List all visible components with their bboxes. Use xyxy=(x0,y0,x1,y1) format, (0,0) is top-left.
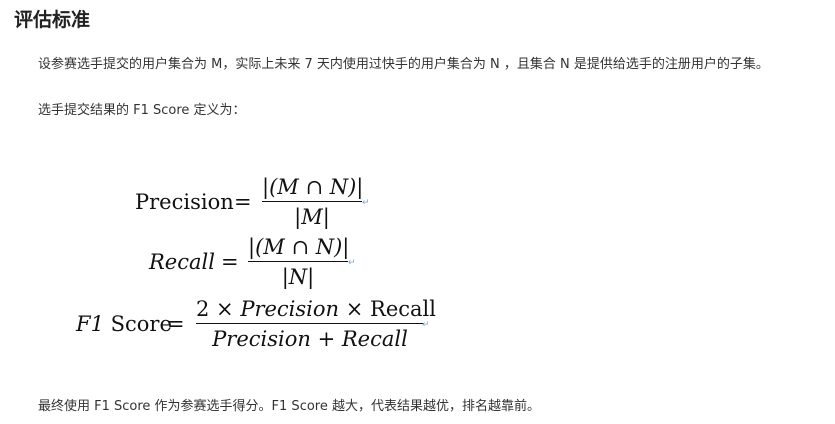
recall-lhs: Recall xyxy=(149,250,215,274)
definition-paragraph: 设参赛选手提交的用户集合为 M，实际上未来 7 天内使用过快手的用户集合为 N … xyxy=(38,57,769,72)
precision-equals: = xyxy=(234,190,252,214)
precision-denominator: |M| xyxy=(294,205,330,229)
precision-fraction-bar xyxy=(262,201,362,202)
precision-lhs: Precision xyxy=(135,190,234,214)
f1-intro-paragraph: 选手提交结果的 F1 Score 定义为： xyxy=(38,103,246,118)
f1-lhs-symbol: F1 xyxy=(76,312,104,336)
f1-fraction-bar xyxy=(196,323,424,324)
f1-equals: = xyxy=(167,312,185,336)
recall-denominator: |N| xyxy=(281,265,315,289)
conclusion-paragraph: 最终使用 F1 Score 作为参赛选手得分。F1 Score 越大，代表结果越… xyxy=(38,399,540,414)
f1-denominator: Precision + Recall xyxy=(212,327,408,351)
f1-fraction: 2 × Precision × Recall Precision + Recal… xyxy=(196,296,436,352)
line-end-mark: ↵ xyxy=(362,198,370,208)
line-end-mark: ↵ xyxy=(422,320,430,330)
recall-numerator: |(M ∩ N)| xyxy=(248,235,350,259)
f1-numerator-part-a: 2 × xyxy=(196,297,241,321)
f1-numerator-part-c: × Recall xyxy=(339,297,436,321)
precision-fraction: |(M ∩ N)| |M| xyxy=(262,174,364,230)
line-end-mark: ↵ xyxy=(348,258,356,268)
f1-numerator: 2 × Precision × Recall xyxy=(196,296,436,322)
precision-numerator: |(M ∩ N)| xyxy=(262,175,364,199)
f1-lhs-score: Score xyxy=(103,312,172,336)
f1-numerator-part-b: Precision xyxy=(240,297,340,321)
f1-lhs: F1 Score xyxy=(76,312,172,336)
recall-fraction: |(M ∩ N)| |N| xyxy=(248,234,350,290)
recall-equals: = xyxy=(221,250,239,274)
recall-fraction-bar xyxy=(248,261,348,262)
section-title: 评估标准 xyxy=(14,9,91,31)
